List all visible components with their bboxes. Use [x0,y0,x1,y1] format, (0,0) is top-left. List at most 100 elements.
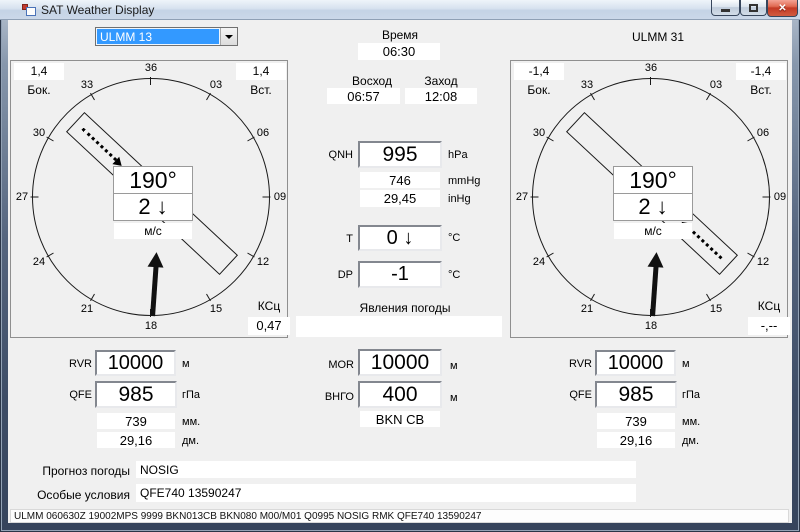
crosswind-label: Бок. [514,83,564,97]
mor-value[interactable]: 10000 [358,349,442,376]
qfe-unit: гПа [182,389,200,401]
wind-speed-value: 2 ↓ [114,194,192,220]
compass-label-06: 06 [751,127,775,139]
sunset-value[interactable]: 12:08 [405,88,477,104]
wind-readout: 190° 2 ↓ [613,166,693,221]
qfe-unit: гПа [682,389,700,401]
friction-coefficient-value[interactable]: 0,47 [248,317,290,335]
rvr-value[interactable]: 10000 [595,350,676,376]
compass-label-09: 09 [268,191,292,203]
compass-label-33: 33 [575,79,599,91]
compass-label-24: 24 [27,256,51,268]
wind-readout: 190° 2 ↓ [113,166,193,221]
close-icon: ✕ [778,3,786,14]
right-panel-title: ULMM 31 [598,30,718,44]
wind-arrow-shaft [650,266,658,316]
dewpoint-value[interactable]: -1 [358,261,442,288]
minimize-button[interactable] [711,0,740,16]
compass-label-30: 30 [27,127,51,139]
runway-select-dropdown-button[interactable] [220,28,237,45]
headwind-label: Вст. [236,83,286,97]
sunset-label: Заход [402,74,480,88]
qnh-mmhg-value: 746 [360,172,440,188]
time-value[interactable]: 06:30 [358,43,440,60]
metar-status-bar: ULMM 060630Z 19002MPS 9999 BKN013CB BKN0… [10,509,789,523]
temperature-value[interactable]: 0 ↓ [358,225,442,251]
qfe-in-value: 29,16 [597,432,675,448]
compass-label-21: 21 [75,303,99,315]
wind-arrow-shaft [150,266,158,316]
friction-coefficient-value[interactable]: -,-- [748,317,790,335]
compass-label-03: 03 [204,79,228,91]
temperature-unit: °C [448,232,460,244]
qfe-value[interactable]: 985 [95,381,177,408]
wind-speed-unit: м/с [114,223,192,239]
special-conditions-label: Особые условия [28,488,130,502]
phenomena-label: Явления погоды [338,301,472,315]
compass-label-36: 36 [639,62,663,74]
forecast-label: Прогноз погоды [30,464,130,478]
compass-label-30: 30 [527,127,551,139]
compass-label-24: 24 [527,256,551,268]
compass-label-03: 03 [704,79,728,91]
compass-label-12: 12 [751,256,775,268]
cloudbase-label: ВНГО [312,391,354,403]
phenomena-field[interactable] [296,316,502,337]
special-conditions-field[interactable]: QFE740 13590247 [136,484,636,502]
sunrise-label: Восход [333,74,411,88]
compass-label-09: 09 [768,191,792,203]
qnh-hpa-value[interactable]: 995 [358,141,442,168]
compass-label-36: 36 [139,62,163,74]
temperature-label: T [321,233,353,245]
crosswind-value: -1,4 [514,63,564,80]
cloudbase-unit: м [450,392,458,404]
wind-speed-value: 2 ↓ [614,194,692,220]
mor-unit: м [450,360,458,372]
maximize-button[interactable] [740,0,767,16]
qfe-label: QFE [548,389,592,401]
compass-label-06: 06 [251,127,275,139]
cloudbase-value[interactable]: 400 [358,381,442,408]
in-unit: дм. [682,435,699,447]
rvr-value[interactable]: 10000 [95,350,176,376]
compass-panel-ulmm31: -1,4 Бок. -1,4 Вст. 36 03 06 09 12 15 18… [510,60,788,338]
mm-unit: мм. [182,416,200,428]
compass-panel-ulmm13: 1,4 Бок. 1,4 Вст. 36 03 06 09 12 15 18 2… [10,60,288,338]
sunrise-value[interactable]: 06:57 [327,88,400,104]
compass-label-15: 15 [704,303,728,315]
friction-coefficient-label: КСц [748,299,790,313]
close-button[interactable]: ✕ [767,0,798,17]
mmhg-unit: mmHg [448,175,480,187]
compass-label-12: 12 [251,256,275,268]
headwind-label: Вст. [736,83,786,97]
time-label: Время [350,28,450,42]
compass-label-33: 33 [75,79,99,91]
runway-select[interactable]: ULMM 13 [95,27,238,46]
in-unit: дм. [182,435,199,447]
headwind-value: -1,4 [736,63,786,80]
maximize-icon [749,4,758,12]
app-icon-window [26,7,36,16]
wind-direction-value: 190° [614,167,692,194]
dewpoint-label: DP [321,269,353,281]
cloud-type-value: BKN CB [360,411,440,427]
hpa-unit: hPa [448,149,468,161]
client-area: ULMM 13 ULMM 31 1,4 Бок. 1,4 Вст. [8,20,792,523]
dewpoint-unit: °C [448,269,460,281]
rvr-label: RVR [48,358,92,370]
app-window: SAT Weather Display ✕ ULMM 13 ULMM 31 1,… [0,0,800,532]
mor-label: MOR [316,359,354,371]
compass-label-18: 18 [639,320,663,332]
compass-label-21: 21 [575,303,599,315]
rvr-unit: м [682,358,690,370]
crosswind-label: Бок. [14,83,64,97]
inhg-unit: inHg [448,193,471,205]
qfe-mm-value: 739 [97,413,175,429]
forecast-field[interactable]: NOSIG [136,461,636,478]
qfe-value[interactable]: 985 [595,381,677,408]
qnh-label: QNH [321,149,353,161]
headwind-value: 1,4 [236,63,286,80]
crosswind-value: 1,4 [14,63,64,80]
title-bar[interactable]: SAT Weather Display [0,0,800,20]
compass-label-27: 27 [510,191,534,203]
